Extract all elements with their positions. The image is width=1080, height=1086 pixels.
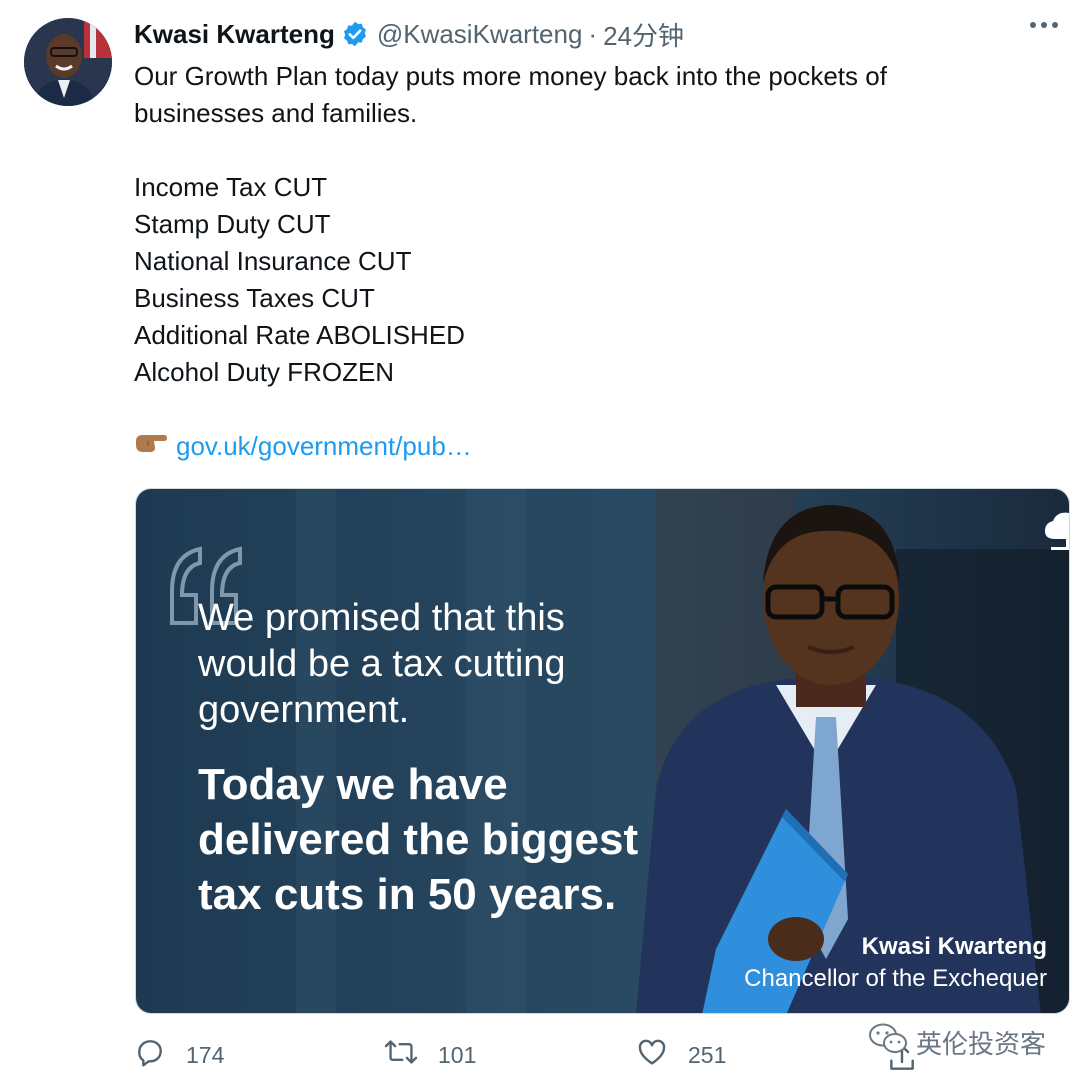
tweet-media-image[interactable]: We promised that this would be a tax cut… <box>135 488 1070 1014</box>
retweet-count: 101 <box>438 1041 477 1068</box>
like-button[interactable]: 251 <box>636 1036 726 1074</box>
pointing-hand-emoji <box>134 428 168 465</box>
retweet-button[interactable]: 101 <box>384 1036 476 1074</box>
link-row: gov.uk/government/pub… <box>134 428 1034 465</box>
wechat-icon <box>868 1022 908 1063</box>
tweet-header: Kwasi Kwarteng @KwasiKwarteng · 24分钟 <box>134 14 684 54</box>
quote-line: government. <box>198 689 410 731</box>
wechat-watermark: 英伦投资客 <box>868 1022 1046 1063</box>
tweet-line: Alcohol Duty FROZEN <box>134 357 395 387</box>
tweet-line <box>134 132 1034 169</box>
quote-text-light: We promised that this would be a tax cut… <box>198 595 658 733</box>
verified-badge-icon <box>341 20 369 48</box>
tweet-line: businesses and families. <box>134 98 418 128</box>
reply-count: 174 <box>186 1041 225 1068</box>
like-count: 251 <box>688 1041 727 1068</box>
quote-line: Today we have <box>198 760 508 809</box>
quote-line: delivered the biggest <box>198 815 639 864</box>
tweet-line: Income Tax CUT <box>134 172 328 202</box>
more-icon[interactable] <box>1030 22 1058 28</box>
header-separator: · <box>588 18 598 49</box>
tweet-line: National Insurance CUT <box>134 246 412 276</box>
tweet-link[interactable]: gov.uk/government/pub… <box>176 428 472 465</box>
tweet-timestamp[interactable]: 24分钟 <box>603 16 684 53</box>
like-icon <box>636 1036 668 1074</box>
author-handle[interactable]: @KwasiKwarteng <box>377 19 583 50</box>
tweet-line: Additional Rate ABOLISHED <box>134 320 465 350</box>
tweet-line: Stamp Duty CUT <box>134 209 331 239</box>
retweet-icon <box>384 1036 418 1074</box>
watermark-text: 英伦投资客 <box>915 1029 1046 1059</box>
reply-icon <box>134 1036 166 1074</box>
tweet-text: Our Growth Plan today puts more money ba… <box>134 58 1034 465</box>
tweet-line <box>134 391 1034 428</box>
author-name[interactable]: Kwasi Kwarteng <box>134 19 335 50</box>
quote-line: would be a tax cutting <box>198 643 566 685</box>
tweet-line: Business Taxes CUT <box>134 283 375 313</box>
quote-line: We promised that this <box>198 597 565 639</box>
caption-role: Chancellor of the Exchequer <box>744 965 1047 992</box>
reply-button[interactable]: 174 <box>134 1036 224 1074</box>
tweet-line: Our Growth Plan today puts more money ba… <box>134 61 887 91</box>
quote-text-bold: Today we have delivered the biggest tax … <box>198 757 638 922</box>
quote-line: tax cuts in 50 years. <box>198 870 617 919</box>
caption-name: Kwasi Kwarteng <box>861 933 1047 960</box>
author-avatar[interactable] <box>24 18 112 106</box>
